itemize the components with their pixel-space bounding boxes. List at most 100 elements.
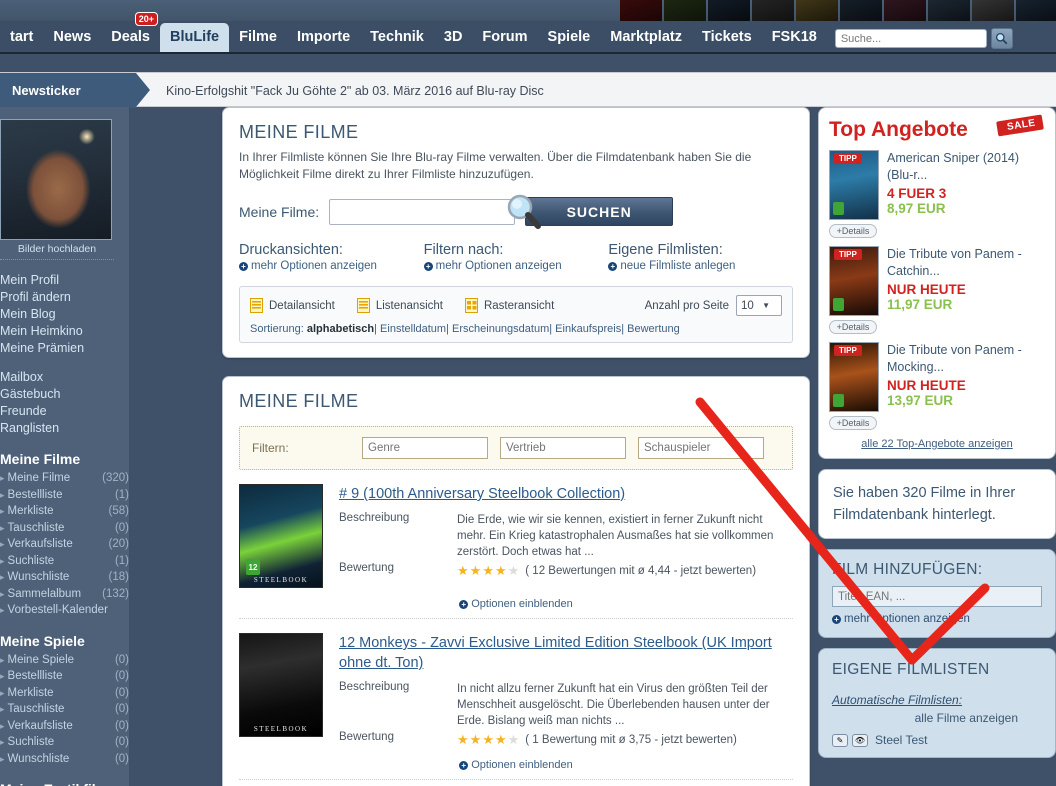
sidebar-link-mein-heimkino[interactable]: Mein Heimkino [0,323,129,340]
upload-images-link[interactable]: Bilder hochladen [0,240,114,260]
nav-item-importe[interactable]: Importe [287,23,360,52]
view-mode-rasteransicht[interactable]: Rasteransicht [464,298,554,313]
edit-icon[interactable]: ✎ [832,733,848,747]
nav-item-filme[interactable]: Filme [229,23,287,52]
add-film-input[interactable] [832,586,1042,607]
rating-text[interactable]: ( 1 Bewertung mit ø 3,75 - jetzt bewerte… [525,734,737,746]
sort-option-erscheinungsdatum[interactable]: Erscheinungsdatum [452,323,549,335]
sidebar-item-sammelalbum[interactable]: ▸ Sammelalbum (132) [0,586,129,603]
avatar[interactable] [0,119,112,240]
sidebar-item-merkliste[interactable]: ▸ Merkliste (58) [0,503,129,520]
nav-item-marktplatz[interactable]: Marktplatz [600,23,692,52]
filter-vertrieb-input[interactable] [500,437,626,459]
show-options-link[interactable]: + Optionen einblenden [239,749,793,780]
sidebar-item-suchliste[interactable]: ▸ Suchliste (0) [0,734,129,751]
nav-item-forum[interactable]: Forum [472,23,537,52]
sidebar-link-mein-blog[interactable]: Mein Blog [0,306,129,323]
perpage-select[interactable]: 10 ▼ [736,295,782,316]
auto-lists-label[interactable]: Automatische Filmlisten: [832,693,1042,707]
search-icon[interactable] [990,28,1013,49]
sort-option-bewertung[interactable]: Bewertung [627,323,680,335]
sidebar-item-meine-filme[interactable]: ▸ Meine Filme (320) [0,470,129,487]
rating-star[interactable]: ★ [457,732,470,747]
option-link[interactable]: + neue Filmliste anlegen [608,260,793,272]
option-link-label: neue Filmliste anlegen [620,260,736,272]
suchen-button[interactable]: SUCHEN [507,194,674,229]
sidebar-item-wunschliste[interactable]: ▸ Wunschliste (18) [0,569,129,586]
grid-view-icon [464,298,478,313]
rating-star[interactable]: ★ [470,732,483,747]
view-mode-detailansicht[interactable]: Detailansicht [250,298,335,313]
own-list-item[interactable]: ✎ 👁 Steel Test [832,733,1042,747]
sort-option-einstelldatum[interactable]: Einstelldatum [380,323,446,335]
rating-star[interactable]: ★ [482,732,495,747]
nav-item-fsk18[interactable]: FSK18 [762,23,827,52]
all-offers-link[interactable]: alle 22 Top-Angebote anzeigen [829,438,1045,450]
show-all-films-link[interactable]: alle Filme anzeigen [832,711,1042,725]
sidebar-item-verkaufsliste[interactable]: ▸ Verkaufsliste (20) [0,536,129,553]
movie-list-panel: MEINE FILME Filtern: 12STEELBOOK# 9 (100… [222,376,810,786]
sidebar-link-mailbox[interactable]: Mailbox [0,369,129,386]
nav-item-news[interactable]: News [43,23,101,52]
own-list-items: ✎ 👁 Steel Test [832,733,1042,747]
rating-star[interactable]: ★ [470,563,483,578]
offer-name[interactable]: Die Tribute von Panem - Catchin... [887,246,1045,280]
rating-star[interactable]: ★ [508,732,521,747]
newsticker-text[interactable]: Kino-Erfolgshit "Fack Ju Göhte 2" ab 03.… [166,73,544,108]
list-view-icon [356,298,370,313]
movie-search-input[interactable] [329,198,516,225]
movie-title-link[interactable]: # 9 (100th Anniversary Steelbook Collect… [339,484,793,504]
sidebar-link-ranglisten[interactable]: Ranglisten [0,420,129,437]
offer-cover[interactable]: TIPP [829,342,879,412]
offer-cover[interactable]: TIPP [829,246,879,316]
rating-star[interactable]: ★ [482,563,495,578]
sidebar-item-suchliste[interactable]: ▸ Suchliste (1) [0,553,129,570]
add-film-more-link[interactable]: + mehr Optionen anzeigen [832,613,1042,625]
nav-item-tart[interactable]: tart [0,23,43,52]
sidebar-item-meine-spiele[interactable]: ▸ Meine Spiele (0) [0,652,129,669]
rating-star[interactable]: ★ [508,563,521,578]
option-link[interactable]: + mehr Optionen anzeigen [239,260,424,272]
offer-cover[interactable]: TIPP [829,150,879,220]
details-button[interactable]: +Details [829,224,877,238]
nav-item-spiele[interactable]: Spiele [538,23,601,52]
offer-name[interactable]: Die Tribute von Panem - Mocking... [887,342,1045,376]
view-mode-listenansicht[interactable]: Listenansicht [356,298,443,313]
sidebar-item-bestellliste[interactable]: ▸ Bestellliste (1) [0,487,129,504]
nav-item-technik[interactable]: Technik [360,23,434,52]
sidebar-link-freunde[interactable]: Freunde [0,403,129,420]
eye-icon[interactable]: 👁 [852,733,868,747]
rating-star[interactable]: ★ [495,732,508,747]
offer-name[interactable]: American Sniper (2014) (Blu-r... [887,150,1045,184]
details-button[interactable]: +Details [829,320,877,334]
rating-star[interactable]: ★ [495,563,508,578]
sidebar-link-meine-pr-mien[interactable]: Meine Prämien [0,340,129,357]
nav-item-deals[interactable]: Deals 20+ [101,12,160,52]
sort-option-einkaufspreis[interactable]: Einkaufspreis [555,323,621,335]
nav-item-blulife[interactable]: BluLife [159,23,230,52]
rating-star[interactable]: ★ [457,563,470,578]
sort-option-alphabetisch[interactable]: alphabetisch [307,323,374,335]
sidebar-link-g-stebuch[interactable]: Gästebuch [0,386,129,403]
nav-item-tickets[interactable]: Tickets [692,23,762,52]
rating-text[interactable]: ( 12 Bewertungen mit ø 4,44 - jetzt bewe… [525,565,756,577]
movie-title-link[interactable]: 12 Monkeys - Zavvi Exclusive Limited Edi… [339,633,793,673]
sidebar-item-bestellliste[interactable]: ▸ Bestellliste (0) [0,668,129,685]
details-button[interactable]: +Details [829,416,877,430]
nav-item-3d[interactable]: 3D [434,23,473,52]
search-input[interactable] [834,29,987,48]
sidebar-item-tauschliste[interactable]: ▸ Tauschliste (0) [0,701,129,718]
option-link[interactable]: + mehr Optionen anzeigen [423,260,609,272]
sidebar-item-merkliste[interactable]: ▸ Merkliste (0) [0,685,129,702]
movie-cover[interactable]: STEELBOOK [239,633,323,737]
sidebar-item-wunschliste[interactable]: ▸ Wunschliste (0) [0,751,129,768]
sidebar-item-vorbestell-kalender[interactable]: ▸ Vorbestell-Kalender [0,602,129,619]
sidebar-item-verkaufsliste[interactable]: ▸ Verkaufsliste (0) [0,718,129,735]
show-options-link[interactable]: + Optionen einblenden [239,588,793,619]
filter-genre-input[interactable] [362,437,488,459]
sidebar-link-mein-profil[interactable]: Mein Profil [0,272,129,289]
filter-schauspieler-input[interactable] [638,437,764,459]
sidebar-link-profil-ndern[interactable]: Profil ändern [0,289,129,306]
sidebar-item-tauschliste[interactable]: ▸ Tauschliste (0) [0,520,129,537]
movie-cover[interactable]: 12 STEELBOOK [239,484,323,588]
